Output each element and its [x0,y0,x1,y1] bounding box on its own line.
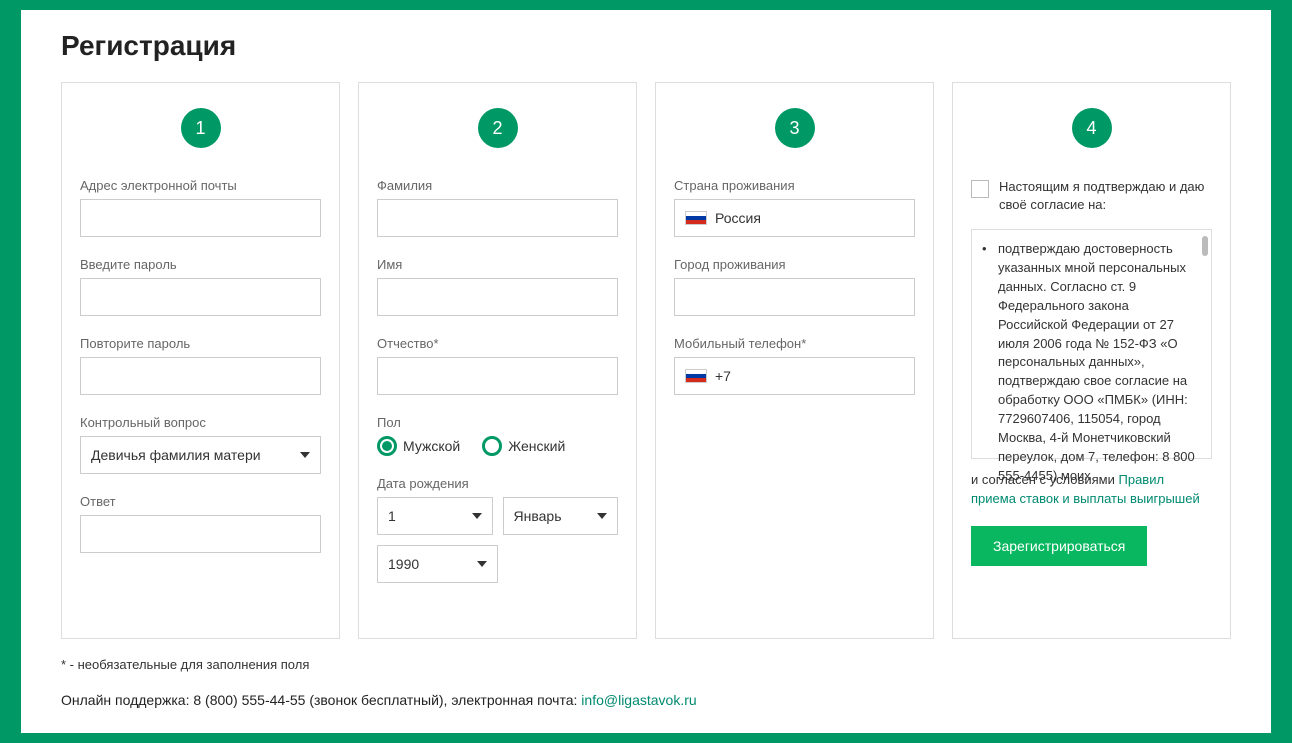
country-label: Страна проживания [674,178,915,193]
answer-input[interactable] [80,515,321,553]
gender-male-label: Мужской [403,438,460,454]
consent-intro-text: Настоящим я подтверждаю и даю своё согла… [999,178,1212,214]
flag-ru-icon [685,211,707,225]
dob-day-select[interactable]: 1 [377,497,493,535]
consent-checkbox[interactable] [971,180,989,198]
support-text: Онлайн поддержка: 8 (800) 555-44-55 (зво… [61,692,581,708]
step-1-col: 1 Адрес электронной почты Введите пароль… [61,82,340,639]
gender-label: Пол [377,415,618,430]
password-label: Введите пароль [80,257,321,272]
dob-day-value: 1 [388,508,396,524]
radio-checked-icon [377,436,397,456]
email-input[interactable] [80,199,321,237]
lastname-input[interactable] [377,199,618,237]
chevron-down-icon [300,452,310,458]
required-footnote: * - необязательные для заполнения поля [61,657,1231,672]
phone-label: Мобильный телефон* [674,336,915,351]
step-4-col: 4 Настоящим я подтверждаю и даю своё сог… [952,82,1231,639]
step-badge-4: 4 [1072,108,1112,148]
chevron-down-icon [472,513,482,519]
password-input[interactable] [80,278,321,316]
step-3-col: 3 Страна проживания Россия Город прожива… [655,82,934,639]
chevron-down-icon [477,561,487,567]
form-columns: 1 Адрес электронной почты Введите пароль… [61,82,1231,639]
support-line: Онлайн поддержка: 8 (800) 555-44-55 (зво… [61,692,1231,708]
city-input[interactable] [674,278,915,316]
dob-year-select[interactable]: 1990 [377,545,498,583]
support-email-link[interactable]: info@ligastavok.ru [581,692,696,708]
gender-male-radio[interactable]: Мужской [377,436,460,456]
page-title: Регистрация [61,30,1231,62]
gender-female-radio[interactable]: Женский [482,436,565,456]
country-select[interactable]: Россия [674,199,915,237]
firstname-input[interactable] [377,278,618,316]
country-value: Россия [715,210,761,226]
secret-question-value: Девичья фамилия матери [91,447,261,463]
step-badge-2: 2 [478,108,518,148]
step-2-col: 2 Фамилия Имя Отчество* Пол Мужской [358,82,637,639]
scrollbar-thumb[interactable] [1202,236,1208,256]
step-badge-3: 3 [775,108,815,148]
radio-unchecked-icon [482,436,502,456]
dob-year-value: 1990 [388,556,419,572]
firstname-label: Имя [377,257,618,272]
secret-question-label: Контрольный вопрос [80,415,321,430]
dob-month-select[interactable]: Январь [503,497,619,535]
patronymic-label: Отчество* [377,336,618,351]
phone-prefix: +7 [715,368,731,384]
city-label: Город проживания [674,257,915,272]
chevron-down-icon [597,513,607,519]
dob-month-value: Январь [514,508,562,524]
email-label: Адрес электронной почты [80,178,321,193]
phone-input[interactable]: +7 [674,357,915,395]
password2-label: Повторите пароль [80,336,321,351]
terms-scrollbox[interactable]: подтверждаю достоверность указанных мной… [971,229,1212,459]
password-repeat-input[interactable] [80,357,321,395]
patronymic-input[interactable] [377,357,618,395]
gender-female-label: Женский [508,438,565,454]
register-button[interactable]: Зарегистрироваться [971,526,1147,566]
answer-label: Ответ [80,494,321,509]
flag-ru-icon [685,369,707,383]
secret-question-select[interactable]: Девичья фамилия матери [80,436,321,474]
lastname-label: Фамилия [377,178,618,193]
terms-text: подтверждаю достоверность указанных мной… [984,240,1199,485]
registration-page: Регистрация 1 Адрес электронной почты Вв… [21,10,1271,733]
step-badge-1: 1 [181,108,221,148]
dob-label: Дата рождения [377,476,618,491]
